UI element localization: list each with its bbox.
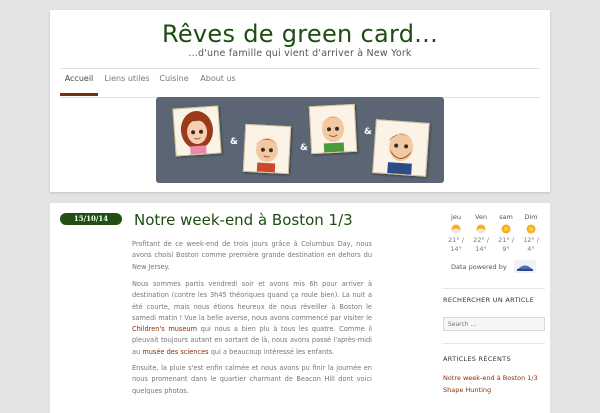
main-content: 15/10/14 Notre week-end à Boston 1/3 Pro… [50,203,550,413]
weather-day: Dim [524,213,538,221]
site-header: Rêves de green card... ...d'une famille … [50,10,550,192]
post-date-badge: 15/10/14 [60,213,122,225]
sidebar: jeu Ven sam Dim 21° /14° 22° /14° 21° /9… [443,203,545,413]
portrait-blond-man [308,103,358,155]
post-paragraph-1: Profitant de ce week-end de trois jours … [132,240,372,271]
weather-day: sam [499,213,513,221]
recent-post-link[interactable]: Shape Hunting [443,386,491,394]
weather-day: Ven [474,213,488,221]
sun-cloud-icon [476,224,486,234]
portrait-bearded-man [372,119,430,177]
nav-item-cuisine[interactable]: Cuisine [158,69,190,96]
science-museum-link[interactable]: musée des sciences [142,348,208,356]
amp-1: & [230,137,238,147]
weather-high: 12° [523,236,535,244]
weather-high: 21° [448,236,460,244]
post-paragraph-3: Ensuite, la pluie s'est enfin calmée et … [132,364,372,395]
sidebar-divider [443,343,545,344]
weather-temps: 21° /9° [498,236,514,253]
amp-2: & [300,143,308,153]
post-title[interactable]: Notre week-end à Boston 1/3 [134,211,353,229]
post-paragraph-2-text-c: qui a beaucoup intéressé les enfants. [208,347,335,356]
weather-temps: 21° /14° [448,236,464,253]
sidebar-divider [443,288,545,289]
header-banner: & & & [156,97,444,183]
weather-low: 14° [475,245,487,253]
weather-temps: 12° /4° [523,236,539,253]
weather-provider-logo-icon[interactable] [514,260,536,273]
weather-temps: 22° /14° [473,236,489,253]
portrait-boy [242,123,292,175]
weather-low: 9° [502,245,510,253]
recent-posts-title: ARTICLES RÉCENTS [443,355,511,363]
weather-high: 22° [473,236,485,244]
post-paragraph-2: Nous sommes partis vendredi soir et avon… [132,279,372,358]
main-nav: Accueil Liens utiles Cuisine About us [60,68,540,98]
sun-cloud-icon [451,224,461,234]
weather-low: 4° [527,245,535,253]
weather-low: 14° [450,245,462,253]
site-title[interactable]: Rêves de green card... [50,20,550,48]
childrens-museum-link[interactable]: Children's museum [132,325,197,333]
nav-item-about-us[interactable]: About us [198,69,238,96]
search-widget-title: RECHERCHER UN ARTICLE [443,296,535,304]
nav-item-accueil[interactable]: Accueil [60,69,98,96]
nav-item-liens-utiles[interactable]: Liens utiles [104,69,150,96]
search-input[interactable] [443,317,545,331]
amp-3: & [364,127,372,137]
sun-icon [526,224,536,234]
post-paragraph-2-text-a: Nous sommes partis vendredi soir et avon… [132,280,372,322]
sun-icon [501,224,511,234]
weather-day: jeu [451,213,461,221]
recent-post-link[interactable]: Notre week-end à Boston 1/3 [443,374,538,382]
weather-powered-by: Data powered by [451,263,507,271]
site-tagline: ...d'une famille qui vient d'arriver à N… [188,48,412,59]
portrait-girl [172,105,222,157]
weather-high: 21° [498,236,510,244]
